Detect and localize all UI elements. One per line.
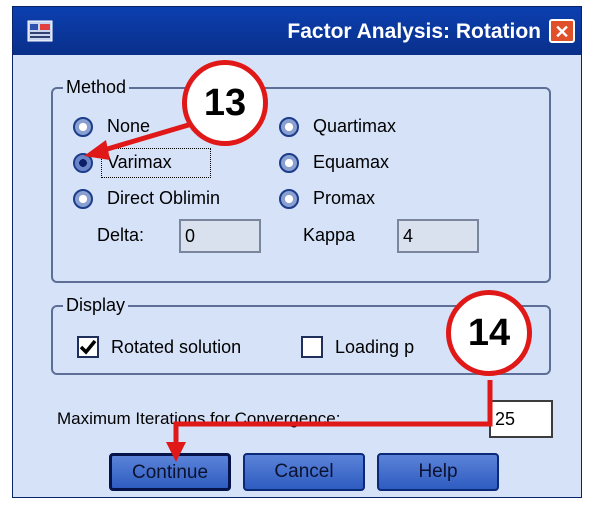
step-14-callout: 14	[446, 290, 532, 376]
arrow-14-line	[173, 380, 493, 446]
arrow-13-head	[84, 140, 110, 160]
annotation-arrows	[84, 115, 493, 462]
step-13-callout: 13	[182, 60, 268, 146]
arrow-14-head	[166, 442, 186, 462]
